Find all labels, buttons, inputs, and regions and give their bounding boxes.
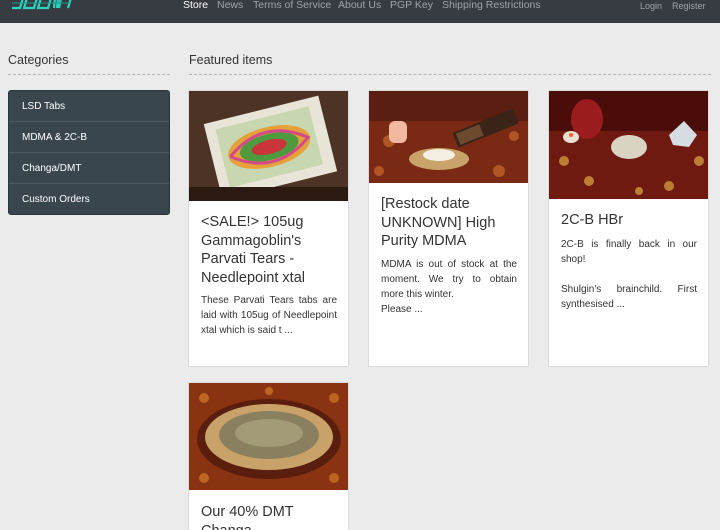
nav-about-us[interactable]: About Us [338, 0, 381, 11]
nav-store[interactable]: Store [183, 0, 208, 11]
login-link[interactable]: Login [640, 1, 662, 11]
nav-shipping-restrictions[interactable]: Shipping Restrictions [442, 0, 541, 11]
description-text: Shulgin's brainchild. First synthesised … [561, 284, 697, 310]
category-mdma-2cb[interactable]: MDMA & 2C-B [9, 122, 169, 153]
2cb-powder-photo [549, 91, 708, 199]
category-custom-orders[interactable]: Custom Orders [9, 184, 169, 215]
product-image[interactable] [189, 383, 348, 490]
lsd-tabs-photo [189, 91, 348, 201]
nav-terms-of-service[interactable]: Terms of Service [253, 0, 331, 11]
description-text: MDMA is out of stock at the moment. We t… [381, 259, 517, 300]
categories-divider [8, 74, 170, 75]
category-changa-dmt[interactable]: Changa/DMT [9, 153, 169, 184]
category-sidebar: LSD Tabs MDMA & 2C-B Changa/DMT Custom O… [8, 90, 170, 215]
dmt-changa-photo [189, 383, 348, 490]
featured-divider [189, 74, 711, 75]
nav-pgp-key[interactable]: PGP Key [390, 0, 433, 11]
register-link[interactable]: Register [672, 1, 706, 11]
product-card[interactable]: <SALE!> 105ug Gammagoblin's Parvati Tear… [188, 90, 349, 367]
product-title[interactable]: <SALE!> 105ug Gammagoblin's Parvati Tear… [201, 213, 337, 287]
product-description: MDMA is out of stock at the moment. We t… [381, 257, 517, 317]
product-title[interactable]: [Restock date UNKNOWN] High Purity MDMA [381, 195, 517, 251]
product-card[interactable]: [Restock date UNKNOWN] High Purity MDMA … [368, 90, 529, 367]
description-text: 2C-B is finally back in our shop! [561, 239, 697, 265]
description-text: Please ... [381, 304, 423, 315]
product-description: These Parvati Tears tabs are laid with 1… [201, 293, 337, 338]
product-image[interactable] [549, 91, 708, 199]
product-image[interactable] [189, 91, 348, 201]
site-logo[interactable] [10, 0, 74, 16]
description-text: These Parvati Tears tabs are laid with 1… [201, 295, 337, 336]
product-image[interactable] [369, 91, 528, 183]
product-card[interactable]: 2C-B HBr 2C-B is finally back in our sho… [548, 90, 709, 367]
featured-heading: Featured items [189, 53, 273, 67]
product-description: 2C-B is finally back in our shop! Shulgi… [561, 237, 697, 312]
product-card[interactable]: Our 40% DMT Changa [188, 382, 349, 530]
product-title[interactable]: Our 40% DMT Changa [201, 503, 337, 530]
category-lsd-tabs[interactable]: LSD Tabs [9, 91, 169, 122]
categories-heading: Categories [8, 53, 69, 67]
nav-news[interactable]: News [217, 0, 243, 11]
product-title[interactable]: 2C-B HBr [561, 211, 697, 230]
mdma-crystals-photo [369, 91, 528, 183]
top-navbar: Store News Terms of Service About Us PGP… [0, 0, 720, 23]
